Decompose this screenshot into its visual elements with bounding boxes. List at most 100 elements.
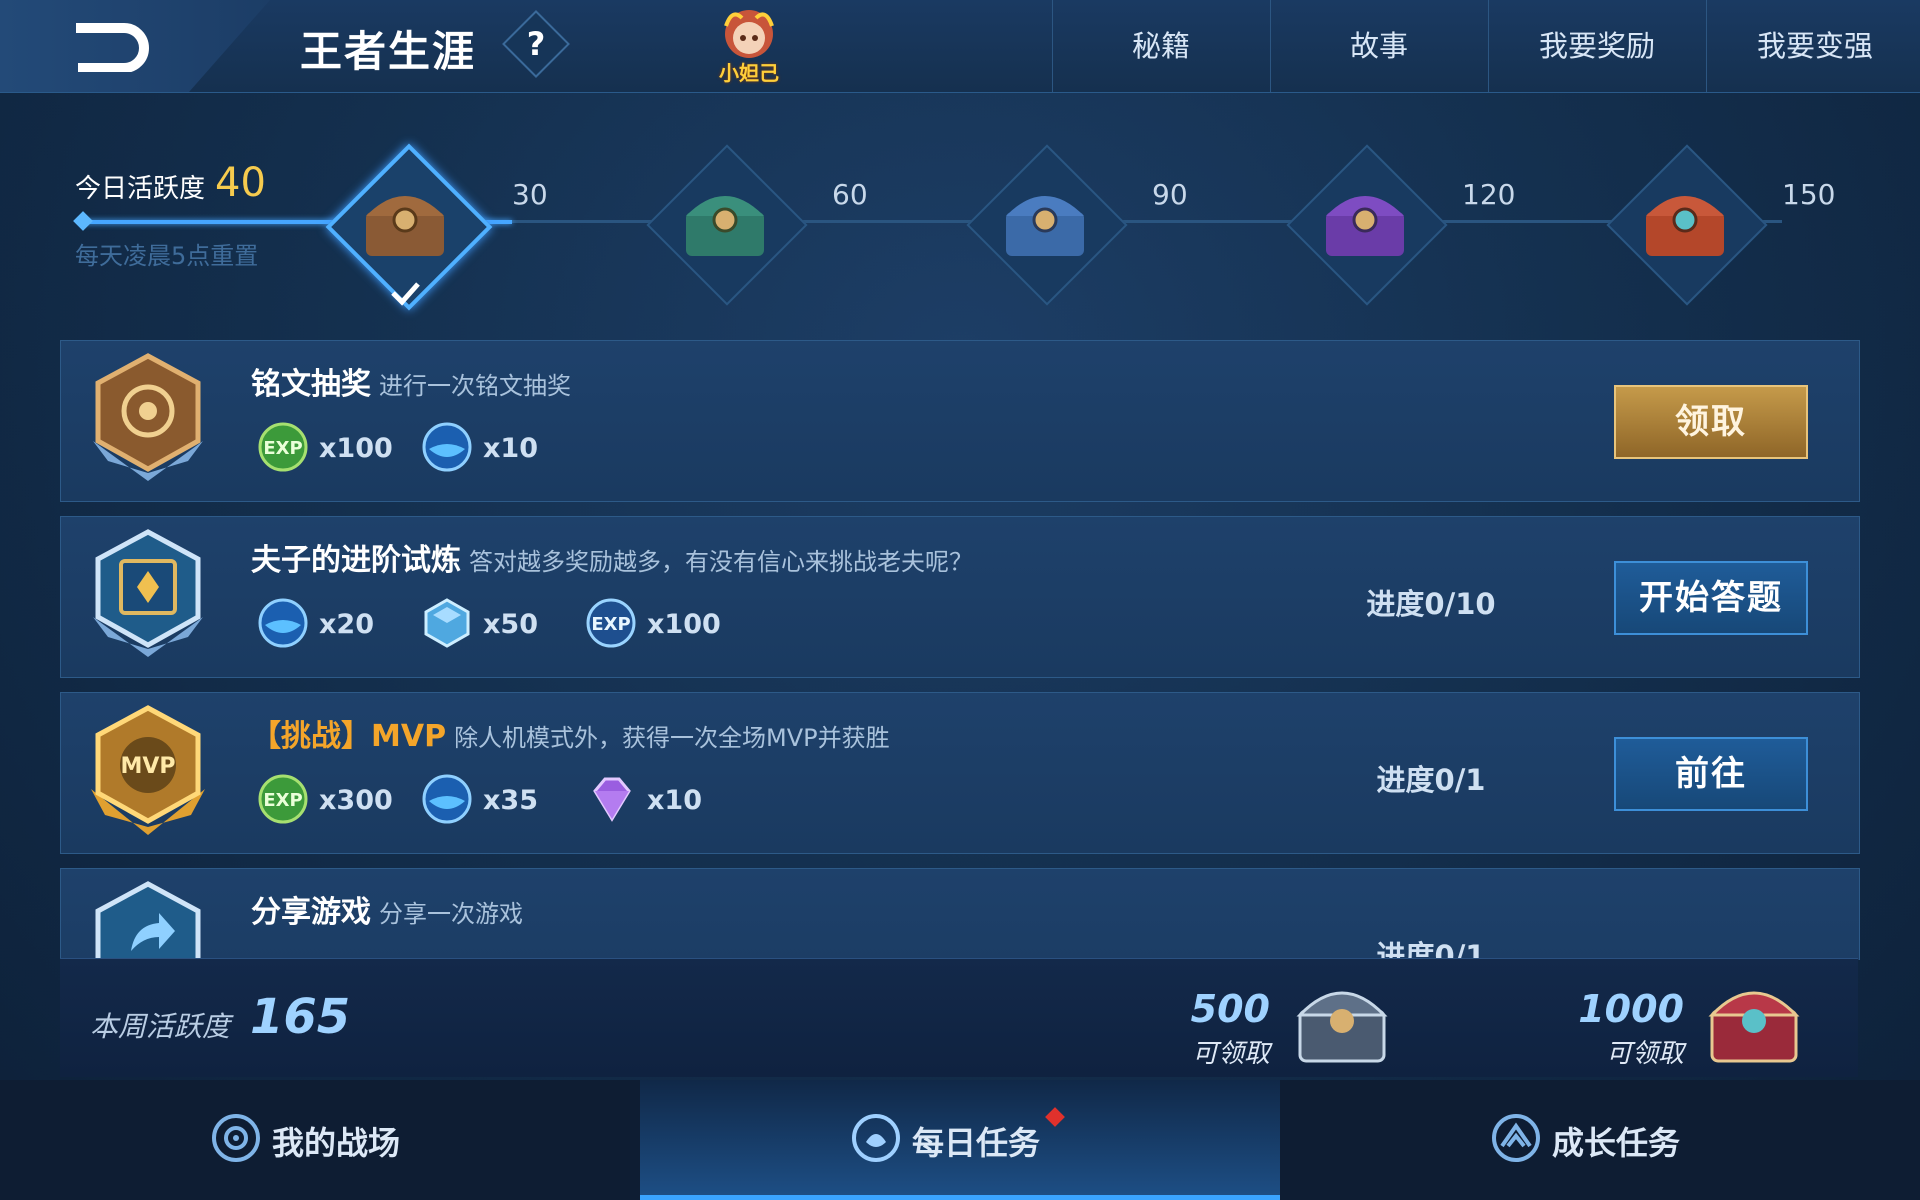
start-quiz-button[interactable]: 开始答题 xyxy=(1614,561,1808,635)
reward-qty: x10 xyxy=(483,433,538,464)
daily-task-icon xyxy=(852,1114,900,1162)
daily-activity-value: 40 xyxy=(215,160,266,206)
chest-icon xyxy=(366,196,444,256)
chest-icon xyxy=(1646,196,1724,256)
tab-label: 我的战场 xyxy=(272,1124,401,1162)
blue-orb-icon xyxy=(422,422,472,472)
mascot-label: 小妲己 xyxy=(719,61,779,85)
task-list[interactable]: 铭文抽奖 进行一次铭文抽奖 EXP x100 x10 领取 夫子的进阶试炼答对越… xyxy=(0,330,1920,960)
activity-chest-120[interactable] xyxy=(1286,144,1448,306)
blue-orb-icon xyxy=(422,774,472,824)
reward-qty: x300 xyxy=(319,785,393,816)
tab-story[interactable]: 故事 xyxy=(1270,0,1487,92)
top-bar: 王者生涯 ? 小妲己 秘籍 故事 我要奖励 我要变强 xyxy=(0,0,1920,93)
weekly-activity-label: 本周活跃度 xyxy=(90,1010,231,1043)
weekly-milestone-1000[interactable]: 1000 可领取 xyxy=(1494,987,1684,1069)
task-name: MVP xyxy=(371,719,447,754)
task-row: 夫子的进阶试炼 答对越多奖励越多，有没有信心来挑战老夫呢？ x20 x50 EXP… xyxy=(60,516,1860,678)
tab-label: 每日任务 xyxy=(912,1124,1041,1162)
mascot-icon xyxy=(724,10,774,58)
reward-qty: x35 xyxy=(483,785,538,816)
tab-get-stronger[interactable]: 我要变强 xyxy=(1706,0,1920,92)
activity-chest-90[interactable] xyxy=(966,144,1128,306)
inscription-badge-icon xyxy=(93,353,203,481)
tab-growth-tasks[interactable]: 成长任务 xyxy=(1280,1080,1920,1200)
weekly-activity-value: 165 xyxy=(250,989,351,1045)
reward-qty: x10 xyxy=(647,785,702,816)
task-title: 夫子的进阶试炼 答对越多奖励越多，有没有信心来挑战老夫呢？ xyxy=(251,535,973,579)
milestone-value-120: 120 xyxy=(1462,178,1516,211)
back-arrow-icon xyxy=(76,20,149,73)
exp-icon: EXP xyxy=(258,774,308,824)
weekly-milestone-status: 可领取 xyxy=(1191,1039,1270,1069)
weekly-milestone-status: 可领取 xyxy=(1605,1039,1684,1069)
task-title: 分享游戏 分享一次游戏 xyxy=(251,887,523,931)
page-title: 王者生涯 xyxy=(300,27,477,76)
help-icon: ? xyxy=(526,25,546,63)
milestone-value-90: 90 xyxy=(1152,178,1188,211)
svg-text:EXP: EXP xyxy=(591,614,630,635)
back-button[interactable] xyxy=(70,20,150,73)
task-name: 铭文抽奖 xyxy=(251,367,371,402)
milestone-value-150: 150 xyxy=(1782,178,1836,211)
tab-rewards[interactable]: 我要奖励 xyxy=(1488,0,1705,92)
chest-icon xyxy=(686,196,764,256)
chest-icon xyxy=(1326,196,1404,256)
reward-qty: x20 xyxy=(319,609,374,640)
activity-chest-30[interactable] xyxy=(325,143,493,311)
go-button[interactable]: 前往 xyxy=(1614,737,1808,811)
tab-secrets[interactable]: 秘籍 xyxy=(1052,0,1269,92)
weekly-milestone-value: 1000 xyxy=(1578,987,1684,1031)
purple-gem-icon xyxy=(593,777,631,822)
task-name: 分享游戏 xyxy=(251,895,371,930)
exp-icon: EXP xyxy=(258,422,308,472)
svg-text:EXP: EXP xyxy=(263,790,302,811)
activity-track-start xyxy=(73,211,93,231)
challenge-tag: 【挑战】 xyxy=(251,719,371,754)
reward-qty: x50 xyxy=(483,609,538,640)
task-row: MVP 【挑战】MVP 除人机模式外，获得一次全场MVP并获胜 EXP x300 … xyxy=(60,692,1860,854)
silver-chest-icon[interactable] xyxy=(1292,977,1392,1067)
red-chest-icon[interactable] xyxy=(1704,977,1804,1067)
task-progress: 进度0/1 xyxy=(1376,763,1486,797)
svg-text:EXP: EXP xyxy=(263,438,302,459)
mvp-badge-icon: MVP xyxy=(91,705,205,835)
weekly-milestone-500[interactable]: 500 可领取 xyxy=(1080,987,1270,1069)
daily-reset-note: 每天凌晨5点重置 xyxy=(75,242,259,270)
bottom-tab-bar: 我的战场 每日任务 成长任务 xyxy=(0,1080,1920,1200)
task-name: 夫子的进阶试炼 xyxy=(251,543,461,578)
weekly-milestone-value: 500 xyxy=(1190,987,1270,1031)
task-title: 铭文抽奖 进行一次铭文抽奖 xyxy=(251,359,571,403)
check-icon xyxy=(391,282,420,306)
growth-icon xyxy=(1492,1114,1540,1162)
help-button[interactable]: ? xyxy=(502,10,570,78)
task-progress: 进度0/1 xyxy=(1376,939,1486,960)
task-progress: 进度0/10 xyxy=(1366,587,1496,621)
weekly-activity-bar: 本周活跃度 165 500 可领取 1000 可领取 xyxy=(60,958,1858,1077)
reward-qty: x100 xyxy=(319,433,393,464)
share-badge-icon xyxy=(95,881,201,960)
tab-daily-tasks[interactable]: 每日任务 xyxy=(640,1080,1280,1200)
task-description: 答对越多奖励越多，有没有信心来挑战老夫呢？ xyxy=(469,548,973,576)
task-row: 铭文抽奖 进行一次铭文抽奖 EXP x100 x10 领取 xyxy=(60,340,1860,502)
tab-label: 成长任务 xyxy=(1552,1124,1681,1162)
reward-qty: x100 xyxy=(647,609,721,640)
task-row: 分享游戏 分享一次游戏 进度0/1 xyxy=(60,868,1860,960)
activity-chest-150[interactable] xyxy=(1606,144,1768,306)
task-title: 【挑战】MVP 除人机模式外，获得一次全场MVP并获胜 xyxy=(251,711,890,755)
daily-activity-label: 今日活跃度 xyxy=(75,174,206,204)
book-badge-icon xyxy=(93,529,203,657)
claim-button[interactable]: 领取 xyxy=(1614,385,1808,459)
svg-text:MVP: MVP xyxy=(120,754,175,779)
chest-icon xyxy=(1006,196,1084,256)
mascot-avatar[interactable]: 小妲己 xyxy=(712,4,786,88)
milestone-value-60: 60 xyxy=(832,178,868,211)
activity-chest-60[interactable] xyxy=(646,144,808,306)
tab-my-battlefield[interactable]: 我的战场 xyxy=(0,1080,640,1200)
blue-orb-icon xyxy=(258,598,308,648)
task-description: 分享一次游戏 xyxy=(379,900,523,928)
milestone-value-30: 30 xyxy=(512,178,548,211)
task-description: 除人机模式外，获得一次全场MVP并获胜 xyxy=(454,724,890,752)
crystal-icon xyxy=(424,598,470,648)
exp-blue-icon: EXP xyxy=(586,598,636,648)
